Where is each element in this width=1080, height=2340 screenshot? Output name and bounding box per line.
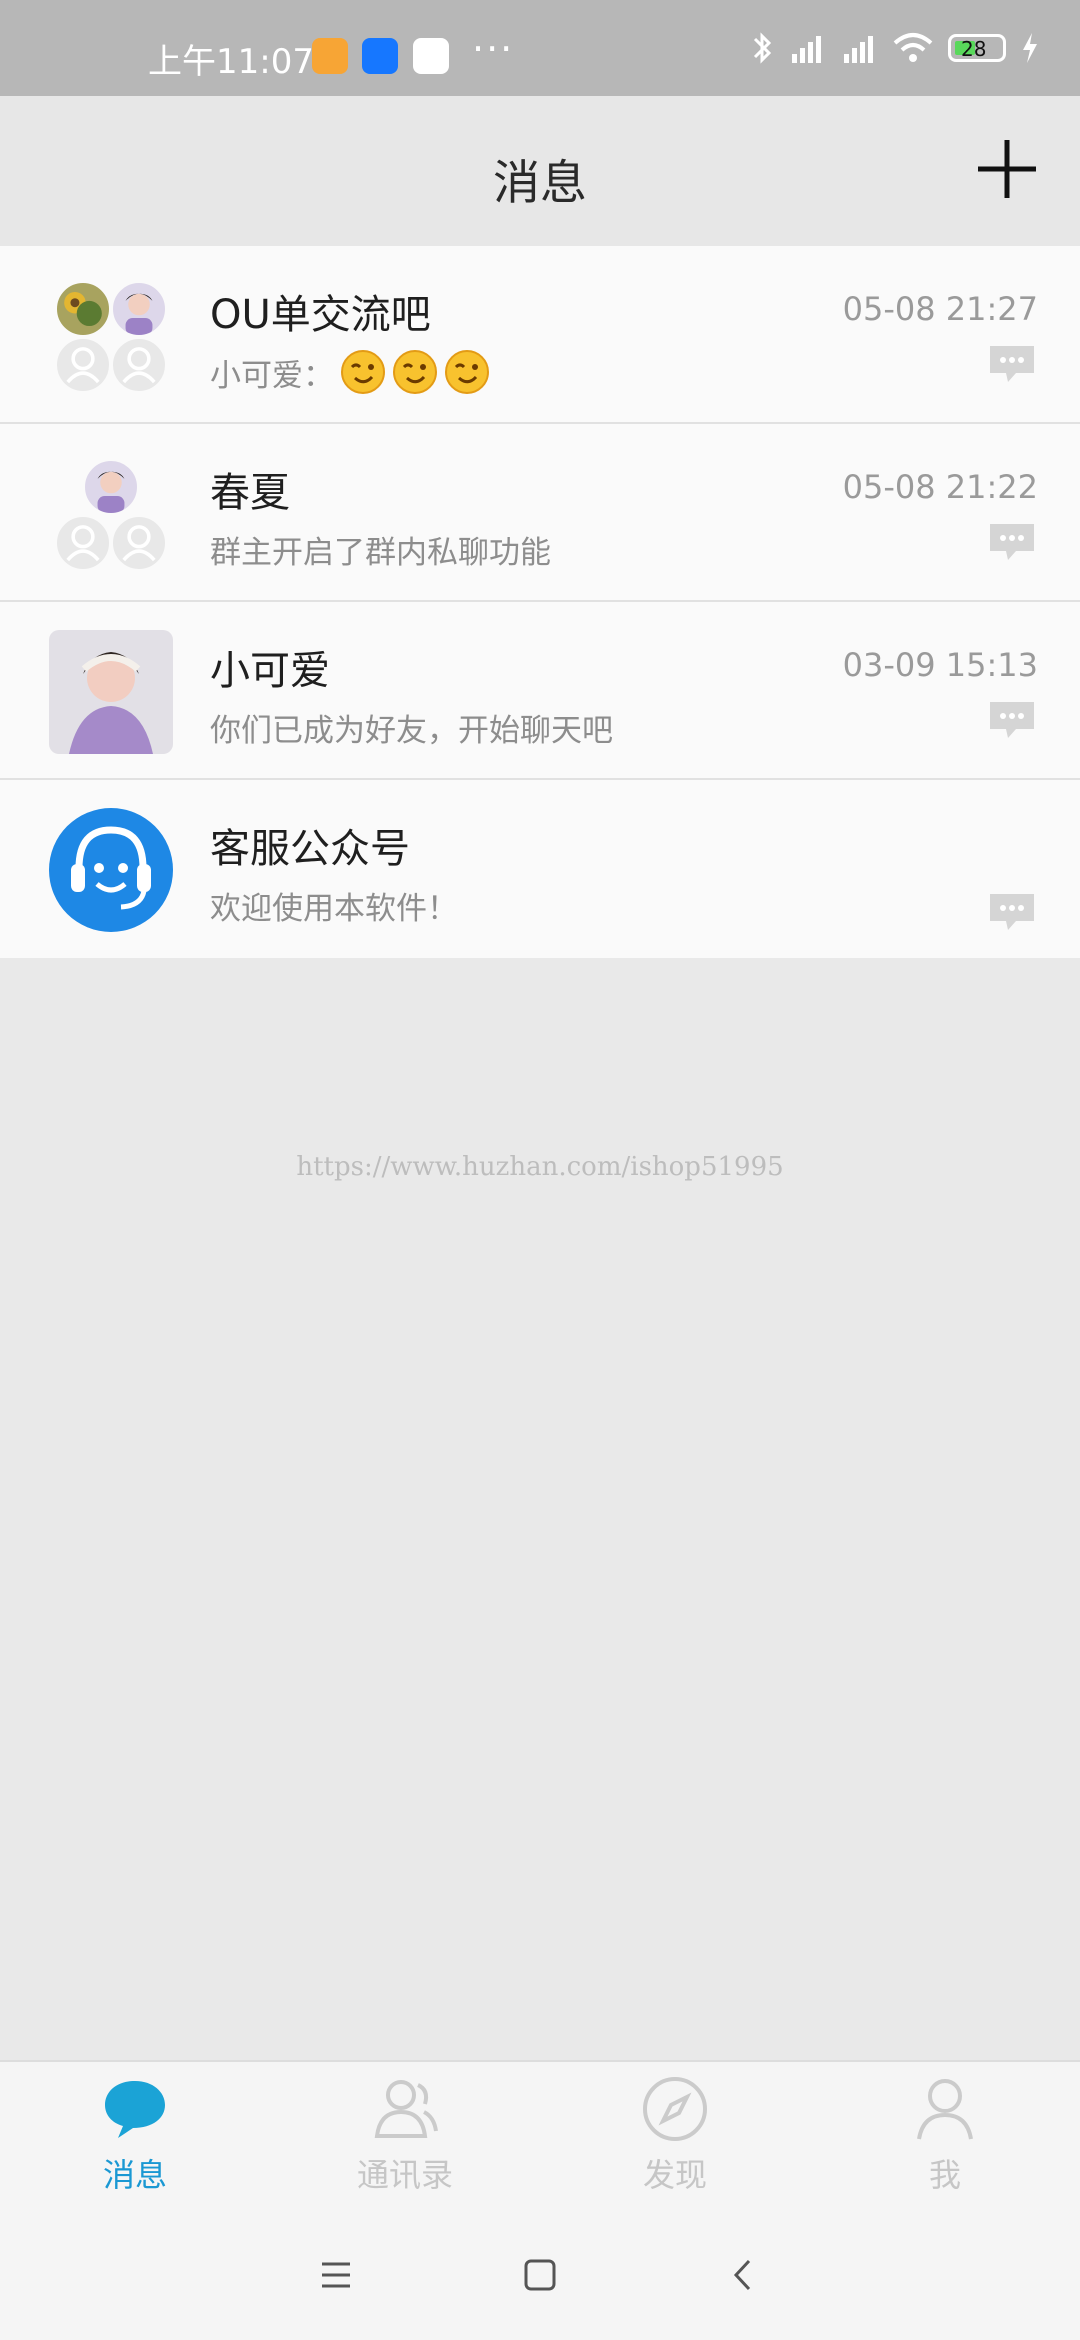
cellular-signal-icon (788, 31, 826, 65)
tab-contacts[interactable]: 通讯录 (270, 2062, 540, 2212)
conversation-preview: 群主开启了群内私聊功能 (210, 535, 551, 571)
status-indicators: 28 (750, 30, 1040, 66)
conversation-preview: 小可爱： (210, 349, 490, 395)
conversation-row-ou-group[interactable]: OU单交流吧 小可爱： 05-08 21:27 (0, 246, 1080, 424)
tab-label: 我 (928, 2156, 961, 2194)
chat-bubble-icon[interactable] (986, 342, 1038, 386)
profile-icon (917, 2079, 973, 2140)
charging-icon (1023, 33, 1037, 63)
tab-label: 发现 (642, 2156, 707, 2194)
conversation-row-chunxia[interactable]: 春夏 群主开启了群内私聊功能 05-08 21:22 (0, 424, 1080, 602)
tab-label: 消息 (102, 2156, 167, 2194)
system-navigation (0, 2210, 1080, 2340)
plus-icon[interactable] (974, 136, 1040, 202)
back-icon[interactable] (723, 2254, 765, 2296)
watermark-url: https://www.huzhan.com/ishop51995 (296, 1152, 784, 1182)
bottom-navigation: 消息 通讯录 发现 我 (0, 2060, 1080, 2212)
conversation-list: OU单交流吧 小可爱： 05-08 21:27 春夏 群主开启了群内私聊功能 0… (0, 246, 1080, 958)
avatar-girl (110, 280, 168, 338)
chat-bubble-icon[interactable] (986, 520, 1038, 564)
conversation-time: 05-08 21:22 (842, 468, 1038, 506)
winking-face-emoji (393, 350, 437, 394)
conversation-name: 小可爱 (210, 648, 330, 694)
avatar-sunflower (54, 280, 112, 338)
tab-discover[interactable]: 发现 (540, 2062, 810, 2212)
status-bar: 上午11:07 ··· 28 (0, 0, 1080, 96)
video-player-icon (413, 38, 449, 74)
conversation-row-service[interactable]: 客服公众号 欢迎使用本软件！ (0, 780, 1080, 958)
compass-icon (643, 2077, 707, 2141)
tab-label: 通讯录 (356, 2156, 453, 2194)
preview-sender: 小可爱： (210, 357, 334, 394)
default-avatar (110, 336, 168, 394)
status-time: 上午11:07 (148, 42, 314, 82)
home-icon[interactable] (519, 2254, 561, 2296)
tab-messages[interactable]: 消息 (0, 2062, 270, 2212)
conversation-name: 客服公众号 (210, 826, 410, 872)
battery-icon: 28 (948, 34, 1006, 62)
bluetooth-icon (753, 32, 772, 64)
default-avatar (54, 514, 112, 572)
conversation-preview: 欢迎使用本软件！ (210, 891, 458, 927)
customer-service-icon (49, 808, 173, 932)
winking-face-emoji (341, 350, 385, 394)
chat-bubble-icon (105, 2081, 165, 2138)
battery-level: 28 (961, 37, 987, 61)
chat-bubble-icon[interactable] (986, 698, 1038, 742)
winking-face-emoji (445, 350, 489, 394)
avatar (49, 630, 173, 754)
status-more-icon: ··· (472, 27, 515, 71)
contacts-icon (374, 2080, 438, 2138)
tab-profile[interactable]: 我 (810, 2062, 1080, 2212)
menu-icon[interactable] (315, 2254, 357, 2296)
conversation-time: 03-09 15:13 (842, 646, 1038, 684)
alipay-icon (362, 38, 398, 74)
default-avatar (54, 336, 112, 394)
avatar-girl (82, 458, 140, 516)
page-header: 消息 (0, 96, 1080, 246)
conversation-row-xiaokeai[interactable]: 小可爱 你们已成为好友，开始聊天吧 03-09 15:13 (0, 602, 1080, 780)
wifi-icon (893, 33, 933, 62)
message-notification-icon (312, 38, 348, 74)
conversation-name: OU单交流吧 (210, 292, 431, 338)
conversation-preview: 你们已成为好友，开始聊天吧 (210, 713, 613, 749)
group-avatar (54, 458, 174, 578)
conversation-name: 春夏 (210, 470, 290, 516)
default-avatar (110, 514, 168, 572)
group-avatar (54, 280, 174, 400)
conversation-time: 05-08 21:27 (842, 290, 1038, 328)
cellular-signal-icon-2 (840, 31, 878, 65)
chat-bubble-icon[interactable] (986, 890, 1038, 934)
page-title: 消息 (493, 156, 587, 211)
